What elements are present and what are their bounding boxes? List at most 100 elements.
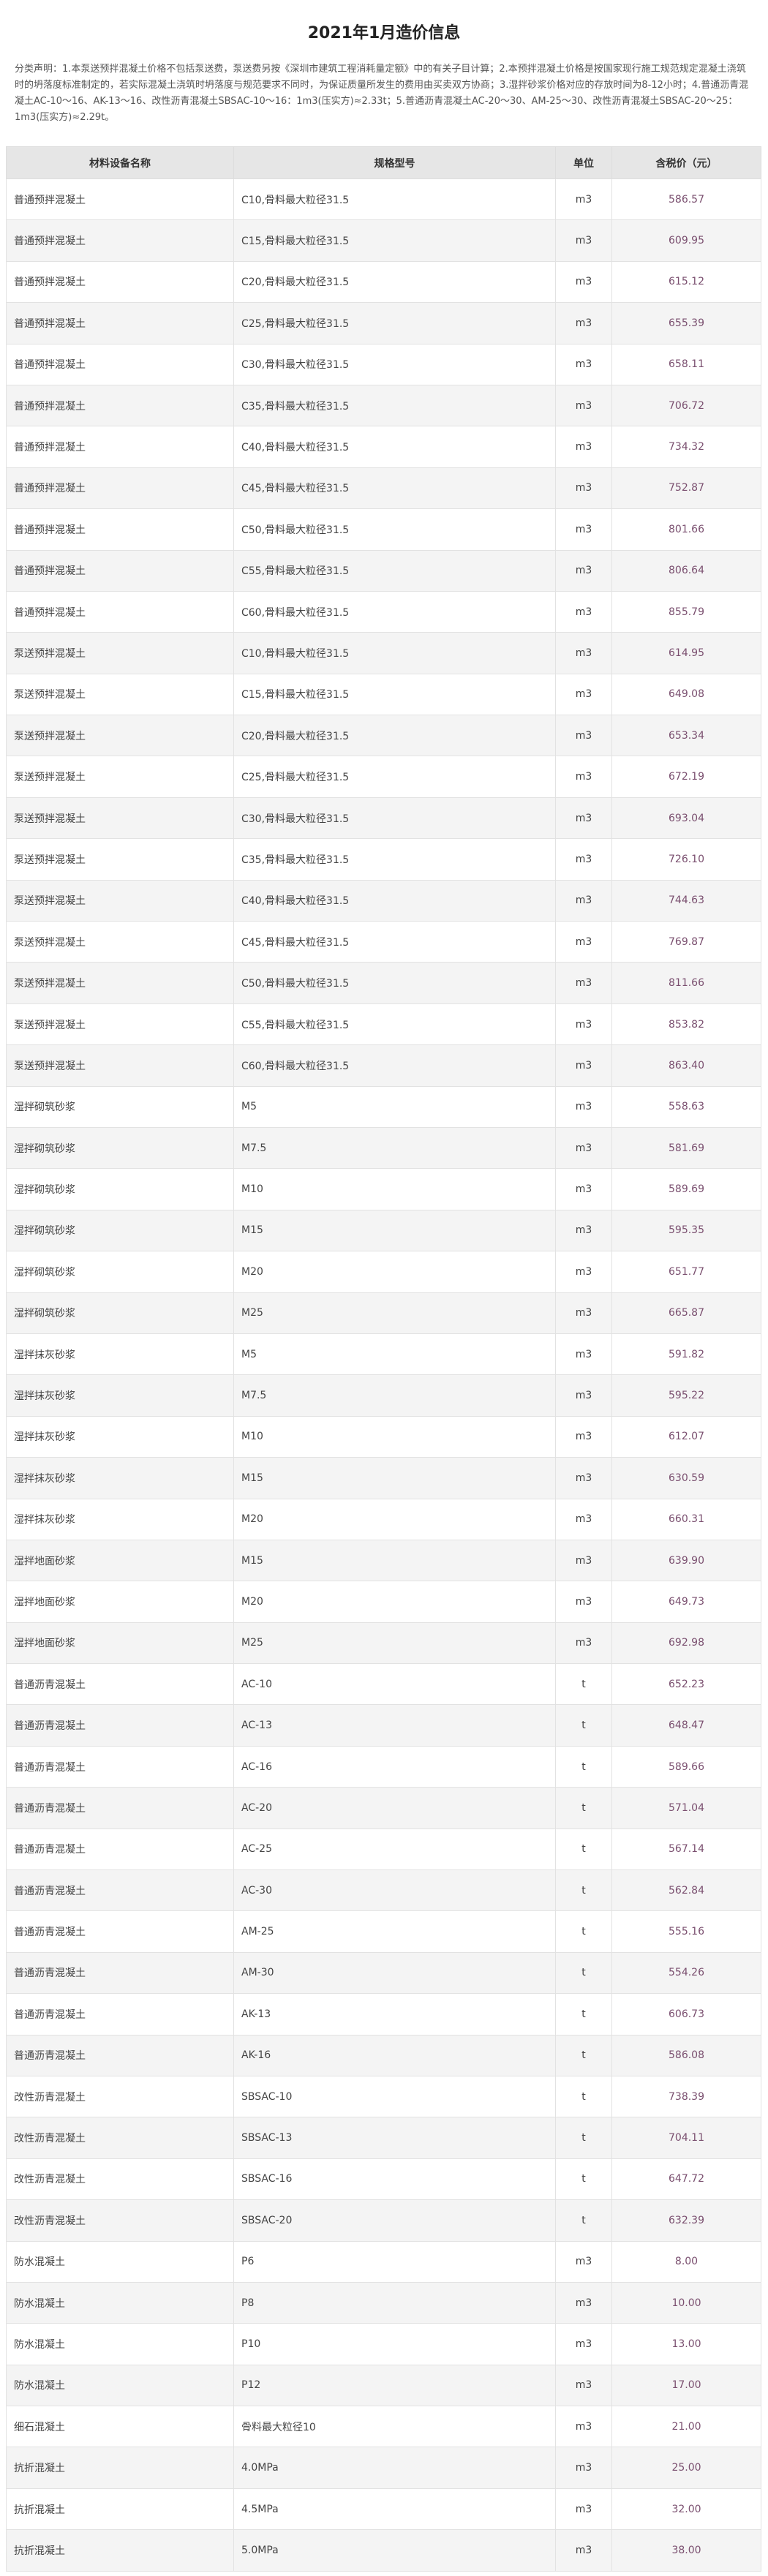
cell-price: 38.00 [611, 2529, 761, 2572]
table-row: 改性沥青混凝土 SBSAC-13 t 704.11 [6, 2117, 761, 2159]
cell-spec: M7.5 [233, 1374, 556, 1417]
table-row: 普通预拌混凝土 C35,骨料最大粒径31.5 m3 706.72 [6, 384, 761, 427]
cell-unit: m3 [555, 1085, 612, 1128]
cell-price: 734.32 [611, 426, 761, 468]
cell-price: 726.10 [611, 838, 761, 881]
cell-price: 706.72 [611, 384, 761, 427]
cell-unit: m3 [555, 632, 612, 674]
cell-spec: M5 [233, 1085, 556, 1128]
cell-material-name: 湿拌抹灰砂浆 [6, 1333, 234, 1376]
cell-material-name: 泵送预拌混凝土 [6, 796, 234, 840]
table-row: 湿拌砌筑砂浆 M25 m3 665.87 [6, 1292, 761, 1334]
cell-unit: m3 [555, 260, 612, 304]
header-spec: 规格型号 [233, 146, 556, 179]
cell-unit: m3 [555, 1251, 612, 1293]
cell-material-name: 普通预拌混凝土 [6, 260, 234, 304]
table-row: 泵送预拌混凝土 C20,骨料最大粒径31.5 m3 653.34 [6, 715, 761, 757]
cell-material-name: 普通预拌混凝土 [6, 384, 234, 427]
cell-material-name: 普通沥青混凝土 [6, 1993, 234, 2035]
table-row: 防水混凝土 P10 m3 13.00 [6, 2323, 761, 2365]
cell-price: 801.66 [611, 508, 761, 551]
cell-material-name: 泵送预拌混凝土 [6, 673, 234, 716]
cell-material-name: 普通沥青混凝土 [6, 1828, 234, 1871]
table-row: 普通沥青混凝土 AC-30 t 562.84 [6, 1869, 761, 1912]
table-row: 普通预拌混凝土 C10,骨料最大粒径31.5 m3 586.57 [6, 178, 761, 221]
cell-spec: M25 [233, 1292, 556, 1334]
cell-price: 806.64 [611, 549, 761, 592]
cell-unit: m3 [555, 756, 612, 798]
table-row: 普通预拌混凝土 C55,骨料最大粒径31.5 m3 806.64 [6, 549, 761, 592]
cell-spec: C40,骨料最大粒径31.5 [233, 879, 556, 922]
table-row: 普通预拌混凝土 C60,骨料最大粒径31.5 m3 855.79 [6, 590, 761, 633]
cell-price: 10.00 [611, 2281, 761, 2324]
cell-price: 586.57 [611, 178, 761, 221]
table-row: 防水混凝土 P8 m3 10.00 [6, 2281, 761, 2324]
cell-material-name: 普通预拌混凝土 [6, 590, 234, 633]
cell-material-name: 防水混凝土 [6, 2323, 234, 2365]
cell-unit: m3 [555, 384, 612, 427]
table-row: 改性沥青混凝土 SBSAC-10 t 738.39 [6, 2075, 761, 2118]
cell-spec: C25,骨料最大粒径31.5 [233, 756, 556, 798]
cell-spec: C40,骨料最大粒径31.5 [233, 426, 556, 468]
cell-unit: m3 [555, 178, 612, 221]
cell-material-name: 抗折混凝土 [6, 2529, 234, 2572]
table-body: 普通预拌混凝土 C10,骨料最大粒径31.5 m3 586.57 普通预拌混凝土 C15,… [6, 178, 761, 2572]
cell-material-name: 湿拌砌筑砂浆 [6, 1251, 234, 1293]
cell-material-name: 普通预拌混凝土 [6, 426, 234, 468]
cell-material-name: 普通预拌混凝土 [6, 343, 234, 385]
cell-material-name: 湿拌砌筑砂浆 [6, 1085, 234, 1128]
cell-material-name: 湿拌抹灰砂浆 [6, 1457, 234, 1499]
cell-spec: C25,骨料最大粒径31.5 [233, 302, 556, 344]
cell-price: 692.98 [611, 1622, 761, 1665]
cell-price: 744.63 [611, 879, 761, 922]
cell-unit: t [555, 2034, 612, 2076]
cell-unit: m3 [555, 796, 612, 840]
table-row: 泵送预拌混凝土 C60,骨料最大粒径31.5 m3 863.40 [6, 1044, 761, 1087]
cell-material-name: 湿拌砌筑砂浆 [6, 1168, 234, 1210]
cell-unit: m3 [555, 1333, 612, 1376]
cell-unit: m3 [555, 467, 612, 510]
cell-spec: M20 [233, 1581, 556, 1623]
cell-unit: m3 [555, 2281, 612, 2324]
table-row: 细石混凝土 骨料最大粒径10 m3 21.00 [6, 2406, 761, 2448]
table-row: 湿拌砌筑砂浆 M15 m3 595.35 [6, 1209, 761, 1252]
cell-spec: 骨料最大粒径10 [233, 2406, 556, 2448]
cell-material-name: 湿拌抹灰砂浆 [6, 1374, 234, 1417]
cell-spec: 4.5MPa [233, 2488, 556, 2531]
cell-price: 649.08 [611, 673, 761, 716]
table-row: 普通沥青混凝土 AK-13 t 606.73 [6, 1993, 761, 2035]
cell-unit: m3 [555, 219, 612, 262]
table-row: 防水混凝土 P6 m3 8.00 [6, 2240, 761, 2283]
cell-material-name: 普通预拌混凝土 [6, 508, 234, 551]
cell-price: 595.22 [611, 1374, 761, 1417]
cell-spec: SBSAC-16 [233, 2158, 556, 2201]
cell-material-name: 泵送预拌混凝土 [6, 715, 234, 757]
cell-unit: m3 [555, 426, 612, 468]
cell-material-name: 湿拌地面砂浆 [6, 1622, 234, 1665]
cell-price: 32.00 [611, 2488, 761, 2531]
category-note: 分类声明：1.本泵送预拌混凝土价格不包括泵送费，泵送费另按《深圳市建筑工程消耗量… [15, 64, 749, 123]
header-row: 材料设备名称 规格型号 单位 含税价（元） [6, 146, 761, 179]
table-row: 普通预拌混凝土 C20,骨料最大粒径31.5 m3 615.12 [6, 260, 761, 304]
cell-unit: m3 [555, 2447, 612, 2489]
cell-price: 651.77 [611, 1251, 761, 1293]
cell-unit: t [555, 1828, 612, 1871]
table-row: 普通预拌混凝土 C40,骨料最大粒径31.5 m3 734.32 [6, 426, 761, 468]
cell-material-name: 防水混凝土 [6, 2240, 234, 2283]
cell-spec: P12 [233, 2364, 556, 2407]
table-row: 防水混凝土 P12 m3 17.00 [6, 2364, 761, 2407]
cell-material-name: 普通沥青混凝土 [6, 1869, 234, 1912]
cell-price: 647.72 [611, 2158, 761, 2201]
cell-spec: AC-30 [233, 1869, 556, 1912]
cell-price: 21.00 [611, 2406, 761, 2448]
cell-spec: M10 [233, 1415, 556, 1458]
price-info-page: 2021年1月造价信息 分类声明：1.本泵送预拌混凝土价格不包括泵送费，泵送费另… [0, 18, 768, 2572]
cell-material-name: 湿拌地面砂浆 [6, 1539, 234, 1582]
cell-material-name: 普通沥青混凝土 [6, 1745, 234, 1788]
cell-unit: m3 [555, 1498, 612, 1540]
cell-material-name: 抗折混凝土 [6, 2488, 234, 2531]
cell-spec: C60,骨料最大粒径31.5 [233, 590, 556, 633]
cell-spec: C35,骨料最大粒径31.5 [233, 838, 556, 881]
cell-unit: t [555, 1704, 612, 1747]
cell-spec: M20 [233, 1251, 556, 1293]
